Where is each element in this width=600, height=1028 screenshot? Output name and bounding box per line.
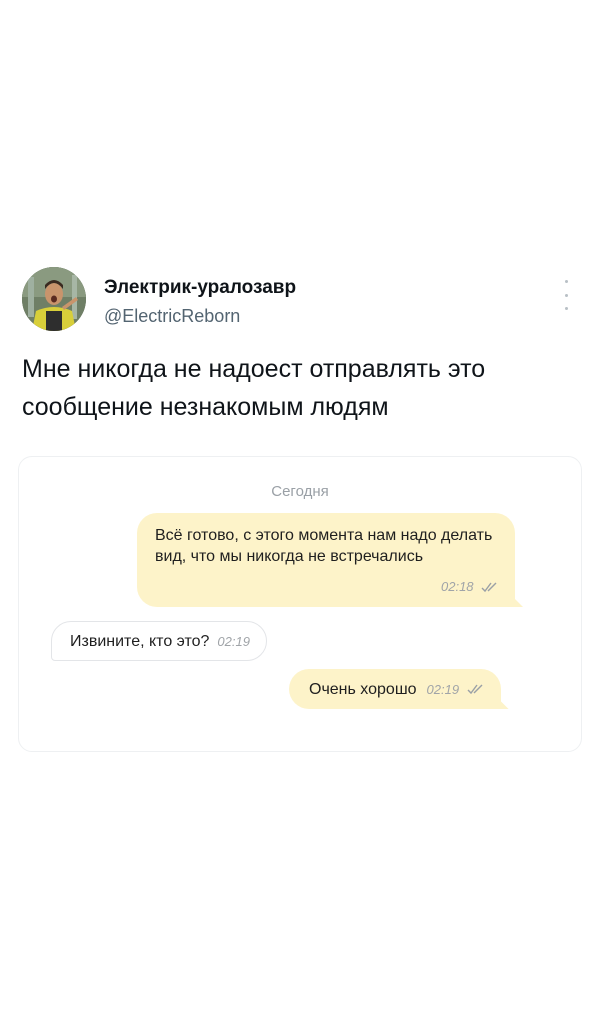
chat-date-label: Сегодня [271, 483, 329, 500]
person-avatar-icon [22, 267, 86, 331]
tweet-text: Мне никогда не надоест отправлять это со… [22, 355, 486, 421]
message-text: Извините, кто это? [70, 632, 210, 650]
message-meta: 02:19 [427, 679, 485, 700]
message-time: 02:19 [426, 681, 460, 697]
author-name[interactable]: Электрик-уралозавр [104, 277, 296, 299]
outgoing-message-bubble: Всё готово, с этого момента нам надо дел… [137, 513, 523, 607]
message-time: 02:18 [441, 579, 474, 594]
double-check-icon [481, 582, 497, 592]
bubble-tail [494, 695, 509, 709]
double-check-icon [467, 684, 483, 695]
outgoing-message-bubble: Очень хорошо 02:19 [289, 669, 509, 709]
message-text: Очень хорошо [309, 680, 417, 698]
chat-screenshot: Сегодня Всё готово, с этого момента нам … [18, 456, 582, 752]
author-handle[interactable]: @ElectricReborn [104, 306, 240, 327]
incoming-message-bubble: Извините, кто это? 02:19 [51, 621, 267, 661]
more-vertical-icon[interactable] [558, 280, 574, 310]
message-text: Всё готово, с этого момента нам надо дел… [155, 527, 493, 565]
message-time: 02:19 [217, 633, 250, 649]
author-avatar[interactable] [22, 267, 86, 331]
bubble-tail [509, 593, 523, 607]
message-meta: 02:18 [441, 576, 499, 597]
